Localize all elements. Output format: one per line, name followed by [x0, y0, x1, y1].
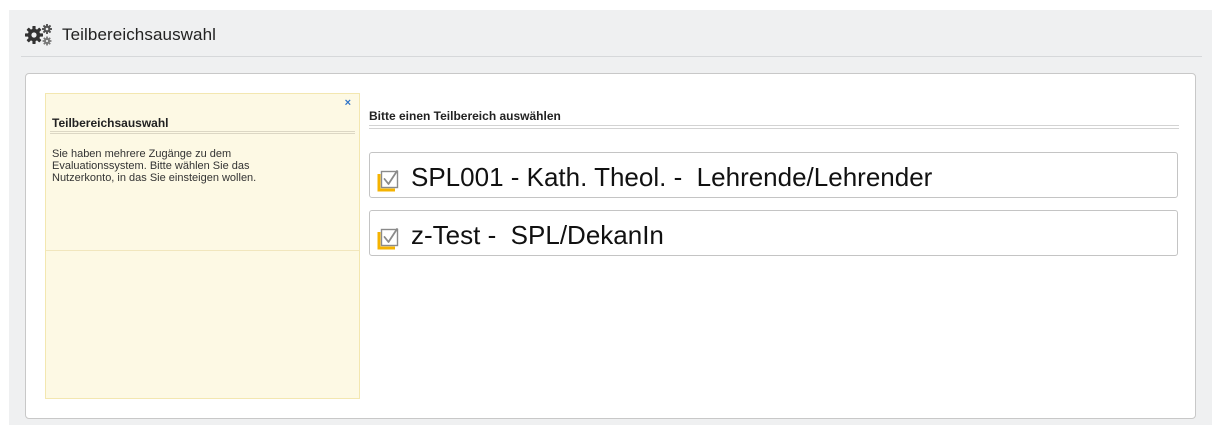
- content-panel: × Teilbereichsauswahl Sie haben mehrere …: [25, 73, 1196, 419]
- selection-heading-divider: [369, 125, 1179, 129]
- help-box: × Teilbereichsauswahl Sie haben mehrere …: [45, 93, 360, 399]
- page-title: Teilbereichsauswahl: [62, 25, 217, 44]
- help-text: Sie haben mehrere Zugänge zu dem Evaluat…: [52, 148, 257, 184]
- help-box-content: × Teilbereichsauswahl Sie haben mehrere …: [46, 94, 359, 251]
- help-title: Teilbereichsauswahl: [52, 116, 169, 130]
- page-header: Teilbereichsauswahl: [24, 20, 216, 50]
- page-container: Teilbereichsauswahl × Teilbereichsauswah…: [9, 10, 1212, 425]
- header-divider: [21, 56, 1202, 57]
- checkbox-checked-icon: [377, 224, 403, 250]
- option-spl001[interactable]: SPL001 - Kath. Theol. - Lehrende/Lehrend…: [369, 152, 1178, 198]
- close-icon[interactable]: ×: [345, 97, 351, 109]
- checkbox-checked-icon: [377, 166, 403, 192]
- help-title-divider: [50, 131, 355, 134]
- option-label: SPL001 - Kath. Theol. - Lehrende/Lehrend…: [411, 161, 933, 192]
- option-z-test[interactable]: z-Test - SPL/DekanIn: [369, 210, 1178, 256]
- selection-heading: Bitte einen Teilbereich auswählen: [369, 109, 561, 123]
- option-label: z-Test - SPL/DekanIn: [411, 219, 664, 250]
- gears-icon: [24, 23, 54, 47]
